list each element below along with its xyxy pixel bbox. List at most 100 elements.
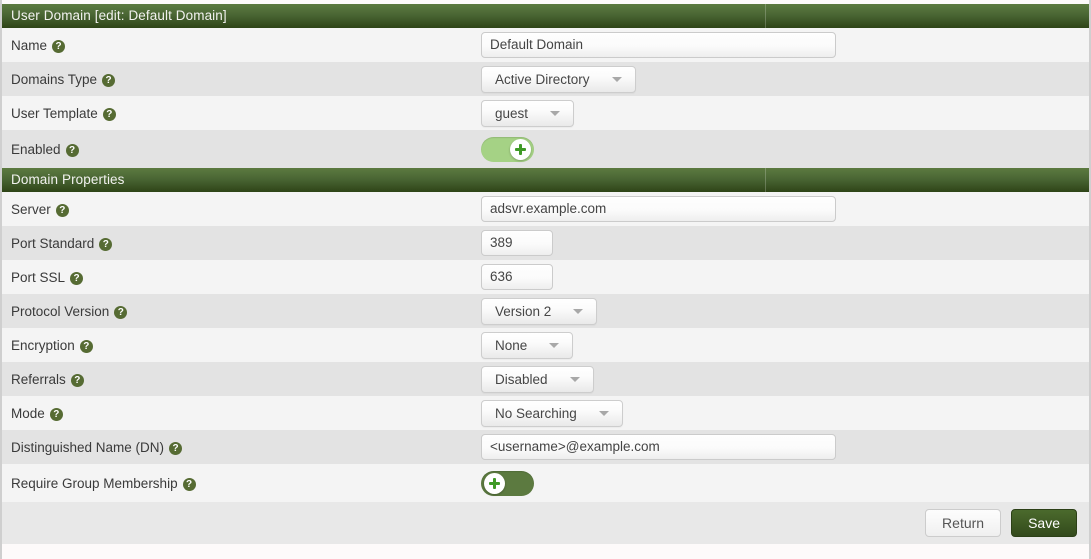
- field-label-text: Referrals: [11, 371, 66, 387]
- field-label-text: Domains Type: [11, 71, 98, 87]
- chevron-down-icon: [569, 376, 580, 382]
- return-button[interactable]: Return: [925, 509, 1002, 537]
- help-circle-icon[interactable]: ?: [79, 339, 93, 353]
- user-domain-form-page: User Domain [edit: Default Domain] Name? D…: [0, 0, 1091, 559]
- help-circle-icon[interactable]: ?: [114, 305, 128, 319]
- field-control: Version 2: [481, 297, 1089, 325]
- field-control: <username>@example.com: [481, 434, 1089, 460]
- help-circle-icon[interactable]: ?: [169, 441, 183, 455]
- field-label: Protocol Version?: [11, 304, 481, 319]
- help-circle-icon[interactable]: ?: [55, 203, 69, 217]
- field-label-text: Require Group Membership: [11, 475, 178, 491]
- field-label: Server?: [11, 202, 481, 217]
- form-row: Enabled?: [2, 130, 1089, 168]
- chevron-down-icon: [598, 410, 609, 416]
- help-circle-icon[interactable]: ?: [102, 73, 116, 87]
- toggle-switch[interactable]: [481, 136, 534, 162]
- field-control: Disabled: [481, 365, 1089, 393]
- field-control: adsvr.example.com: [481, 196, 1089, 222]
- dropdown-select[interactable]: Active Directory: [481, 65, 636, 93]
- field-label: Distinguished Name (DN)?: [11, 440, 481, 455]
- field-label-text: Encryption: [11, 337, 75, 353]
- form-row: User Template? guest: [2, 96, 1089, 130]
- field-label: Port Standard?: [11, 236, 481, 251]
- field-label: Require Group Membership?: [11, 476, 481, 491]
- section-title: Domain Properties: [11, 172, 125, 187]
- save-button[interactable]: Save: [1011, 509, 1077, 537]
- field-label: Encryption?: [11, 338, 481, 353]
- section-title: User Domain [edit: Default Domain]: [11, 8, 227, 23]
- text-input[interactable]: 636: [481, 264, 553, 290]
- toggle-knob: [484, 472, 505, 494]
- chevron-down-icon: [611, 76, 622, 82]
- text-input[interactable]: Default Domain: [481, 32, 836, 58]
- help-circle-icon[interactable]: ?: [52, 39, 66, 53]
- field-label: Enabled?: [11, 142, 481, 157]
- field-label-text: Protocol Version: [11, 303, 110, 319]
- field-control: None: [481, 331, 1089, 359]
- chevron-down-icon: [573, 308, 584, 314]
- field-label-text: User Template: [11, 105, 98, 121]
- text-input[interactable]: <username>@example.com: [481, 434, 836, 460]
- field-label-text: Port SSL: [11, 269, 66, 285]
- field-label-text: Name: [11, 37, 48, 53]
- form-row: Referrals? Disabled: [2, 362, 1089, 396]
- field-control: No Searching: [481, 399, 1089, 427]
- text-input[interactable]: 389: [481, 230, 553, 256]
- field-control: Active Directory: [481, 65, 1089, 93]
- field-control: guest: [481, 99, 1089, 127]
- help-circle-icon[interactable]: ?: [102, 107, 116, 121]
- form-row: Name? Default Domain: [2, 28, 1089, 62]
- form-row: Distinguished Name (DN)? <username>@examp…: [2, 430, 1089, 464]
- chevron-down-icon: [549, 342, 560, 348]
- field-label: Port SSL?: [11, 270, 481, 285]
- field-label-text: Mode: [11, 405, 45, 421]
- field-label-text: Enabled: [11, 141, 61, 157]
- field-label-text: Port Standard: [11, 235, 95, 251]
- help-circle-icon[interactable]: ?: [49, 407, 63, 421]
- sections-container: User Domain [edit: Default Domain] Name? D…: [2, 4, 1089, 502]
- form-row: Domains Type? Active Directory: [2, 62, 1089, 96]
- help-circle-icon[interactable]: ?: [65, 143, 79, 157]
- dropdown-select[interactable]: Version 2: [481, 297, 598, 325]
- form-row: Protocol Version? Version 2: [2, 294, 1089, 328]
- section-header-bar: Domain Properties: [2, 168, 1089, 192]
- plus-cross-icon: [515, 143, 526, 155]
- header-column-divider: [765, 4, 766, 28]
- form-footer: Return Save: [2, 502, 1089, 544]
- toggle-switch[interactable]: [481, 470, 534, 496]
- dropdown-selected-value: Disabled: [495, 371, 548, 387]
- header-column-divider: [765, 168, 766, 192]
- field-label: Name?: [11, 38, 481, 53]
- toggle-knob: [510, 138, 531, 160]
- dropdown-selected-value: No Searching: [495, 405, 577, 421]
- help-circle-icon[interactable]: ?: [70, 373, 84, 387]
- form-row: Mode? No Searching: [2, 396, 1089, 430]
- field-label: User Template?: [11, 106, 481, 121]
- field-control: [481, 470, 1089, 496]
- chevron-down-icon: [550, 110, 561, 116]
- help-circle-icon[interactable]: ?: [70, 271, 84, 285]
- help-circle-icon[interactable]: ?: [99, 237, 113, 251]
- dropdown-select[interactable]: guest: [481, 99, 575, 127]
- form-row: Encryption? None: [2, 328, 1089, 362]
- dropdown-select[interactable]: Disabled: [481, 365, 594, 393]
- field-control: Default Domain: [481, 32, 1089, 58]
- dropdown-select[interactable]: None: [481, 331, 574, 359]
- dropdown-selected-value: Active Directory: [495, 71, 590, 87]
- dropdown-select[interactable]: No Searching: [481, 399, 623, 427]
- form-row: Require Group Membership?: [2, 464, 1089, 502]
- form-row: Port SSL? 636: [2, 260, 1089, 294]
- dropdown-selected-value: guest: [495, 105, 529, 121]
- text-input[interactable]: adsvr.example.com: [481, 196, 836, 222]
- field-label: Mode?: [11, 406, 481, 421]
- field-label-text: Distinguished Name (DN): [11, 439, 165, 455]
- field-control: 389: [481, 230, 1089, 256]
- plus-cross-icon: [489, 477, 500, 489]
- help-circle-icon[interactable]: ?: [182, 477, 196, 491]
- form-row: Port Standard? 389: [2, 226, 1089, 260]
- section-header-bar: User Domain [edit: Default Domain]: [2, 4, 1089, 28]
- field-label-text: Server: [11, 201, 51, 217]
- field-control: 636: [481, 264, 1089, 290]
- field-label: Domains Type?: [11, 72, 481, 87]
